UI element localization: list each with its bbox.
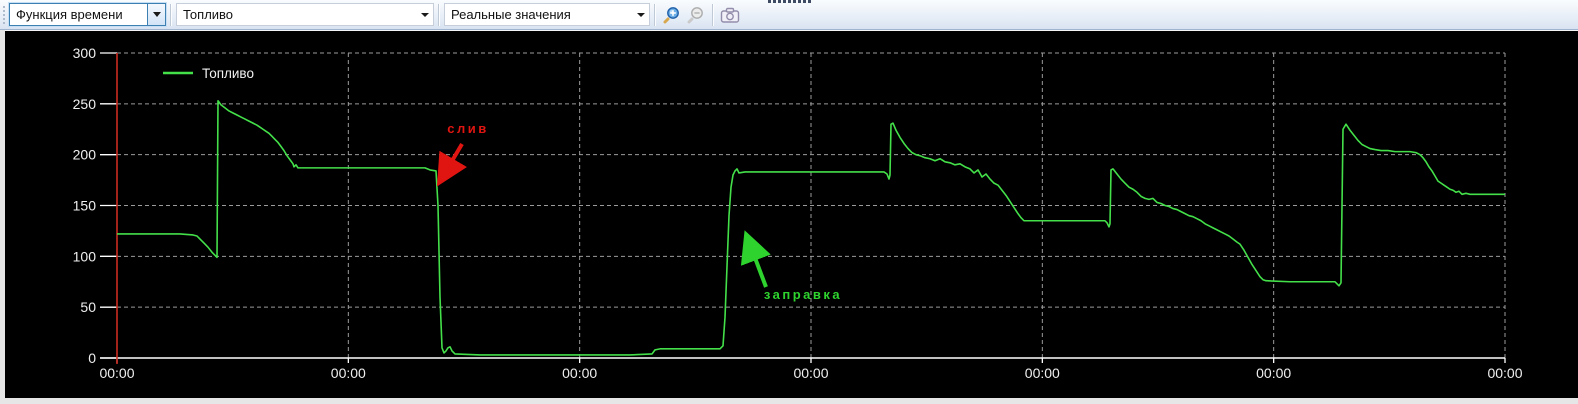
y-axis-label: 100 xyxy=(73,248,97,264)
annotation-sliv: слив xyxy=(439,121,489,183)
toolbar: Функция времени Топливо Реальные значени… xyxy=(0,0,1578,30)
values-mode-dropdown[interactable]: Реальные значения xyxy=(444,3,650,26)
zoom-in-button[interactable] xyxy=(661,4,683,26)
annotation-text: слив xyxy=(447,121,488,136)
gridlines: 0 50 100 150 200 250 300 00:00 00:00 00:00 00:00 00… xyxy=(73,45,1523,381)
chart-plot-area[interactable]: 0 50 100 150 200 250 300 00:00 00:00 00:00 00:00 00… xyxy=(5,30,1578,398)
x-axis-label: 00:00 xyxy=(331,365,366,381)
y-axis-label: 150 xyxy=(73,198,97,214)
chevron-down-icon[interactable] xyxy=(633,13,649,17)
time-function-dropdown[interactable]: Функция времени xyxy=(9,3,166,26)
toolbar-separator xyxy=(170,4,172,26)
annotation-zapravka: заправка xyxy=(746,234,842,302)
legend-label: Топливо xyxy=(202,66,254,81)
zoom-out-icon xyxy=(687,6,705,24)
chart-panel: 0 50 100 150 200 250 300 00:00 00:00 00:00 00:00 00… xyxy=(0,30,1578,404)
parameter-value: Топливо xyxy=(177,7,417,22)
x-axis-label: 00:00 xyxy=(1256,365,1291,381)
toolbar-drag-dots-icon[interactable] xyxy=(768,0,811,4)
x-axis-label: 00:00 xyxy=(1487,365,1522,381)
x-axis-label: 00:00 xyxy=(562,365,597,381)
fuel-chart[interactable]: 0 50 100 150 200 250 300 00:00 00:00 00:00 00:00 00… xyxy=(5,31,1578,398)
y-axis-label: 200 xyxy=(73,147,97,163)
x-axis-label: 00:00 xyxy=(1025,365,1060,381)
annotation-text: заправка xyxy=(764,287,842,302)
toolbar-gripper-icon[interactable] xyxy=(2,6,6,24)
camera-icon xyxy=(720,7,740,23)
chevron-down-icon[interactable] xyxy=(417,13,433,17)
toolbar-separator xyxy=(654,4,656,26)
legend: Топливо xyxy=(163,66,254,81)
x-axis-label: 00:00 xyxy=(99,365,134,381)
toolbar-separator xyxy=(438,4,440,26)
y-axis-label: 250 xyxy=(73,96,97,112)
y-axis-label: 50 xyxy=(80,299,96,315)
time-function-value: Функция времени xyxy=(10,7,147,22)
fuel-monitor-window: Функция времени Топливо Реальные значени… xyxy=(0,0,1578,404)
zoom-in-icon xyxy=(663,6,681,24)
values-mode-value: Реальные значения xyxy=(445,7,633,22)
zoom-out-button[interactable] xyxy=(685,4,707,26)
camera-button[interactable] xyxy=(719,4,741,26)
y-axis-label: 0 xyxy=(88,350,96,366)
toolbar-separator xyxy=(712,4,714,26)
chevron-down-icon[interactable] xyxy=(147,4,165,25)
y-axis-label: 300 xyxy=(73,45,97,61)
parameter-dropdown[interactable]: Топливо xyxy=(176,3,434,26)
x-axis-label: 00:00 xyxy=(793,365,828,381)
